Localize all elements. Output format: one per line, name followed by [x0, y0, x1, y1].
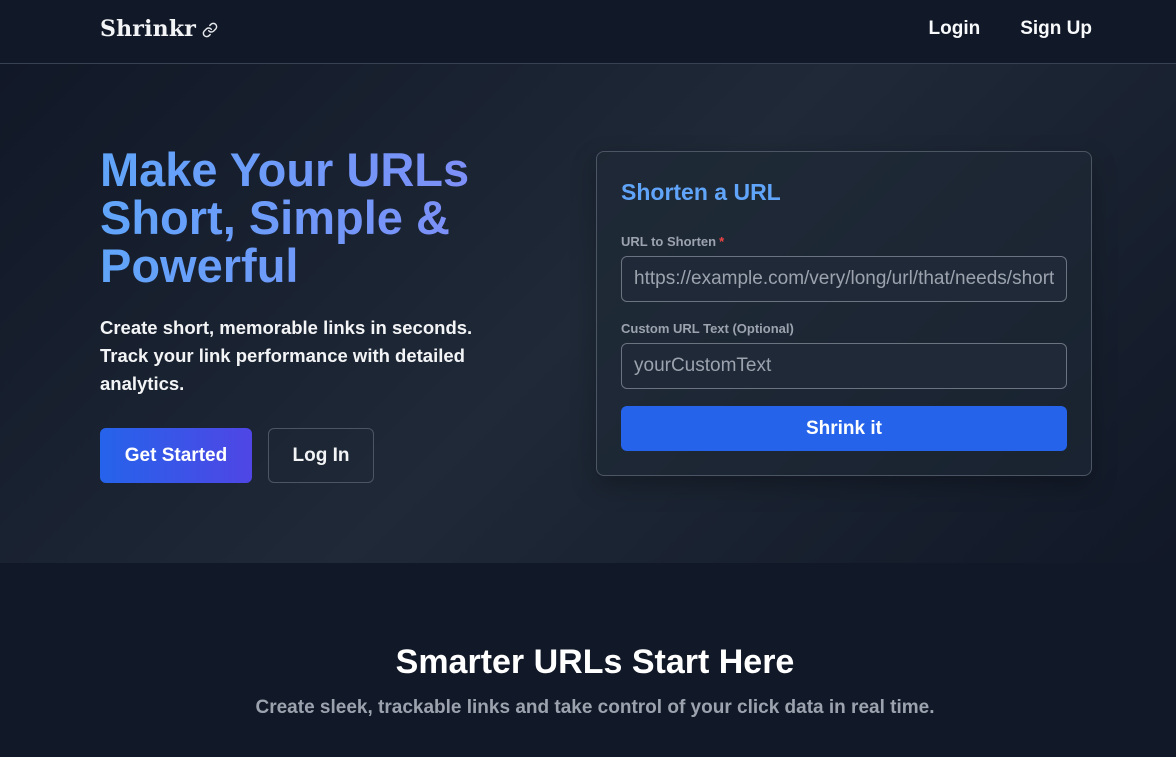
- nav-login-link[interactable]: Login: [929, 18, 981, 40]
- hero-description: Create short, memorable links in seconds…: [100, 314, 520, 398]
- section-subtitle: Create sleek, trackable links and take c…: [255, 697, 935, 718]
- shorten-url-card: Shorten a URL URL to Shorten* Custom URL…: [596, 151, 1092, 476]
- brand-name: Shrinkr: [100, 16, 197, 42]
- get-started-button[interactable]: Get Started: [100, 428, 252, 483]
- url-field-label-text: URL to Shorten: [621, 234, 717, 249]
- hero-title-line: Short, Simple &: [100, 191, 450, 244]
- hero-description-line: Create short, memorable links in seconds…: [100, 317, 473, 338]
- custom-text-label: Custom URL Text (Optional): [621, 321, 794, 336]
- brand-logo[interactable]: Shrinkr: [100, 16, 218, 42]
- section-title: Smarter URLs Start Here: [395, 643, 795, 681]
- hero-title: Make Your URLs Short, Simple & Powerful: [100, 146, 520, 290]
- hero-title-line: Make Your URLs: [100, 143, 470, 196]
- link-icon: [202, 22, 218, 38]
- shrink-button[interactable]: Shrink it: [621, 406, 1067, 451]
- hero-login-button[interactable]: Log In: [268, 428, 374, 483]
- custom-text-input[interactable]: [621, 343, 1067, 389]
- nav-signup-link[interactable]: Sign Up: [1020, 18, 1092, 40]
- url-input[interactable]: [621, 256, 1067, 302]
- hero-title-line: Powerful: [100, 239, 299, 292]
- hero-description-line: Track your link performance with detaile…: [100, 345, 465, 366]
- nav-links: Login Sign Up: [929, 18, 1092, 40]
- required-mark: *: [719, 234, 725, 249]
- hero-description-line: analytics.: [100, 373, 185, 394]
- card-title: Shorten a URL: [621, 179, 781, 205]
- url-field-label: URL to Shorten *: [621, 234, 724, 249]
- hero-section: Make Your URLs Short, Simple & Powerful …: [0, 64, 1176, 563]
- navbar: Shrinkr Login Sign Up: [0, 0, 1176, 64]
